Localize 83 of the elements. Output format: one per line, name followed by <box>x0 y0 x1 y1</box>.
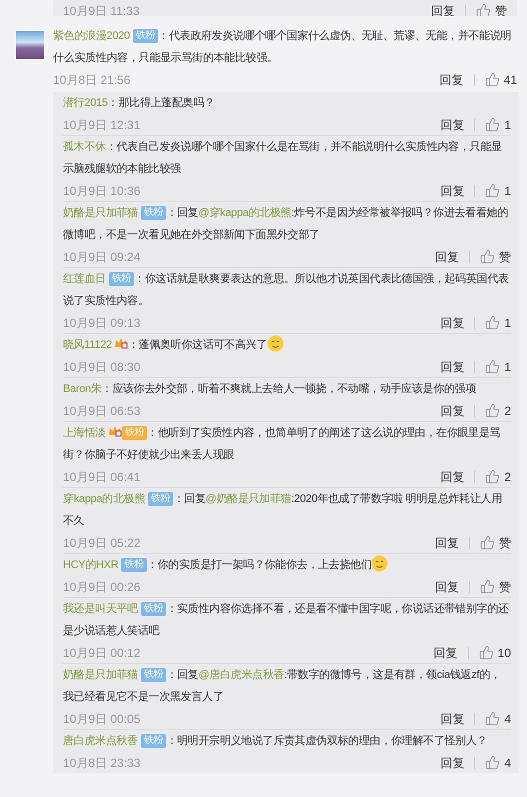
comment-text: 孤木不休：代表自己发炎说哪个哪个国家什么是在骂街，并不能说明什么实质性内容，只能显示脑残腿软的本能比较强 <box>63 140 503 177</box>
comment-time: 10月9日 00:26 <box>63 578 140 596</box>
crown-icon <box>108 425 122 437</box>
comment-text: 紫色的浪漫2020 铁粉 ：代表政府发炎说哪个哪个国家什么虚伪、无耻、荒谬、无能，并不能说明什么实质性内容，只能显示骂街的本能比较强。 <box>53 28 512 66</box>
fan-badge: 铁粉 <box>121 558 147 572</box>
thumbs-up-icon <box>485 359 500 374</box>
like-button[interactable]: 1 <box>485 182 511 200</box>
reply-button[interactable]: 回复 <box>435 534 459 552</box>
comment-text: Baron朱：应该你去外交部，听着不爽就上去给人一顿挠，不动嘴，动手应该是你的强项 <box>63 382 478 397</box>
reply-button[interactable]: 回复 <box>434 644 458 662</box>
thumbs-up-icon <box>480 579 495 594</box>
comment-text: 潜行2015：那比得上蓬配奥吗？ <box>63 96 216 111</box>
comment-text: 唐白虎米点秋香 铁粉 ：明明开宗明义地说了斥责其虚伪双标的理由，你理解不了怪别人？ <box>63 733 488 750</box>
like-button[interactable]: 赞 <box>476 2 507 16</box>
like-button[interactable]: 10 <box>478 644 511 662</box>
reply-button[interactable]: 回复 <box>440 182 464 200</box>
reply-button[interactable]: 回复 <box>440 358 464 376</box>
fan-badge: 铁粉 <box>122 426 148 440</box>
fan-badge: 铁粉 <box>140 668 166 682</box>
like-button[interactable]: 4 <box>485 710 511 728</box>
fan-badge: 铁粉 <box>108 272 134 286</box>
emoji-icon <box>266 335 284 352</box>
fan-badge: 铁粉 <box>148 492 174 506</box>
comment-time: 10月9日 06:41 <box>63 468 140 486</box>
like-button[interactable]: 赞 <box>480 248 511 266</box>
reply-button[interactable]: 回复 <box>431 2 455 16</box>
comment-text: 上海恬淡 铁粉 ：他听到了实质性内容，也简单明了的阐述了这么说的理由，在你眼里是骂街？你脑子不好使就少出来丢人现眼 <box>63 424 502 463</box>
reply-button[interactable]: 回复 <box>440 402 464 420</box>
like-button[interactable]: 41 <box>484 70 517 88</box>
comment-time: 10月9日 12:31 <box>63 116 140 134</box>
fan-badge: 铁粉 <box>140 206 166 220</box>
like-button[interactable]: 4 <box>485 754 511 772</box>
comment-time: 10月8日 23:33 <box>63 754 140 772</box>
emoji-icon <box>371 555 388 572</box>
reply-button[interactable]: 回复 <box>440 70 464 88</box>
comment-text: 晓风11122 ：蓬佩奥听你这话可不高兴了 <box>63 334 511 356</box>
fan-badge: 铁粉 <box>140 602 166 616</box>
like-button[interactable]: 2 <box>485 468 511 486</box>
reply-button[interactable]: 回复 <box>440 710 464 728</box>
like-button[interactable]: 赞 <box>480 534 511 552</box>
reply-button[interactable]: 回复 <box>440 116 464 134</box>
reply-button[interactable]: 回复 <box>440 314 464 332</box>
thumbs-up-icon <box>485 315 500 330</box>
comment-time: 10月9日 08:30 <box>63 358 140 376</box>
comment-text: 奶酪是只加菲猫 铁粉 ：回复@穿kappa的北极熊:炸号不是因为经常被举报吗？你进去看看她的微博吧，不是一次看见她在外交部新闻下面黑外交部了 <box>63 205 510 243</box>
thumbs-up-icon <box>485 117 500 132</box>
fan-badge: 铁粉 <box>132 29 158 43</box>
reply-button[interactable]: 回复 <box>440 468 464 486</box>
comment-time: 10月9日 11:33 <box>63 2 140 16</box>
comment-time: 10月9日 05:22 <box>63 534 140 552</box>
comment-time: 10月9日 00:05 <box>63 710 140 728</box>
thumbs-up-icon <box>485 183 500 198</box>
like-button[interactable]: 1 <box>485 314 511 332</box>
like-button[interactable]: 2 <box>485 402 511 420</box>
comment-time: 10月9日 06:53 <box>63 402 140 420</box>
thumbs-up-icon <box>485 403 500 418</box>
comment-text: 我还是叫天平吧 铁粉 ：实质性内容你选择不看，还是看不懂中国字呢，你说话还带错别字的还是少说话惹人笑话吧 <box>63 601 510 639</box>
comment-text: 红莲血日 铁粉 ：你这话就是耿爽要表达的意思。所以他才说英国代表比德国强，起码英国代表说了实质性内容。 <box>63 271 510 309</box>
comment-text: HCY的HXR 铁粉 ：你的实质是打一架吗？你能你去，上去挠他们 <box>63 554 511 576</box>
thumbs-up-icon <box>485 755 500 770</box>
avatar-photo[interactable] <box>16 31 44 59</box>
like-button[interactable]: 赞 <box>480 578 511 596</box>
thumbs-up-icon <box>476 3 491 16</box>
thumbs-up-icon <box>480 535 495 550</box>
thumbs-up-icon <box>480 249 495 264</box>
thumbs-up-icon <box>484 72 500 87</box>
comment-time: 10月8日 21:56 <box>53 72 130 88</box>
comment-text: 穿kappa的北极熊 铁粉 ：回复@奶酪是只加菲猫:2020年也成了带数字啦 明明是总炸耗让人用不久 <box>63 491 503 529</box>
like-button[interactable]: 1 <box>485 358 511 376</box>
thumbs-up-icon <box>485 711 500 726</box>
like-button[interactable]: 1 <box>485 116 511 134</box>
reply-button[interactable]: 回复 <box>435 578 459 596</box>
thumbs-up-icon <box>485 469 500 484</box>
comment-time: 10月9日 10:36 <box>63 182 140 200</box>
crown-icon <box>114 337 128 349</box>
fan-badge: 铁粉 <box>140 734 166 748</box>
reply-button[interactable]: 回复 <box>440 754 464 772</box>
thumbs-up-icon <box>478 645 494 660</box>
comment-time: 10月9日 00:12 <box>63 644 140 662</box>
comment-text: 奶酪是只加菲猫 铁粉 ：回复@唐白虎米点秋香:带数字的微博号，这是有群，领cia钱返zf的，我已经看见它不是一次黑发言人了 <box>63 667 502 705</box>
reply-button[interactable]: 回复 <box>435 248 459 266</box>
comment-time: 10月9日 09:24 <box>63 248 140 266</box>
comment-time: 10月9日 09:13 <box>63 314 140 332</box>
